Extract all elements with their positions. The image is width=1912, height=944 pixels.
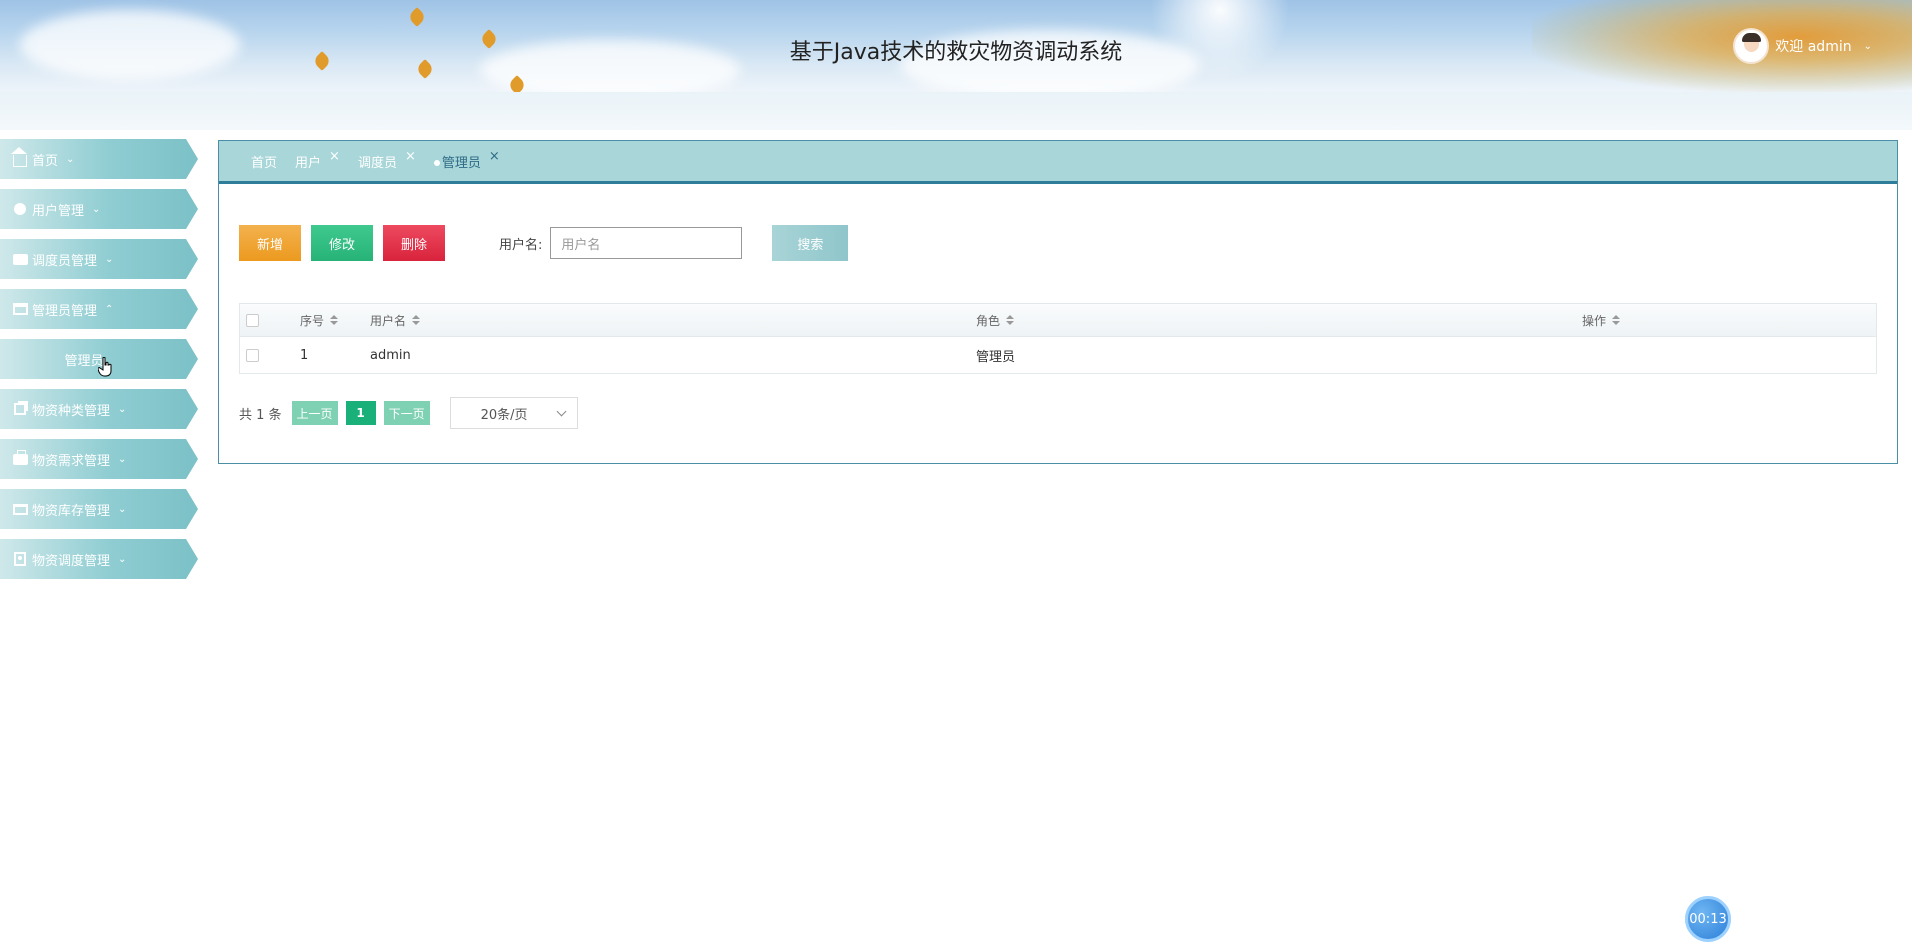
close-icon[interactable]: × [405,149,416,164]
active-dot-icon [433,160,440,166]
close-icon[interactable]: × [329,149,340,164]
next-page-button[interactable]: 下一页 [383,401,430,425]
timer-badge[interactable]: 00:13 [1685,896,1731,942]
sidebar-item-label: 管理员管理 [32,303,98,319]
copy-icon [12,402,28,416]
tab-bar: 首页 用户 × 调度员 × 管理员 × [219,141,1897,184]
sidebar-item-label: 物资种类管理 [32,403,111,419]
sub-header-bar [0,92,1912,130]
hand-cursor-icon [98,357,112,377]
home-icon [11,147,28,167]
column-label: 操作 [1582,313,1607,328]
tab-home[interactable]: 首页 [251,152,277,171]
tab-dispatcher[interactable]: 调度员 × [357,149,416,171]
column-label: 用户名 [370,313,407,328]
sidebar-item-label: 用户管理 [32,203,85,219]
column-header-username[interactable]: 用户名 [370,312,976,329]
sidebar-item-user-management[interactable]: 用户管理 ⌄ [0,189,198,229]
tab-label: 用户 [295,155,322,171]
cell-index: 1 [300,347,309,363]
column-label: 序号 [300,313,325,328]
sidebar-item-label: 首页 [32,153,59,169]
cell-username: admin [370,347,411,363]
header-banner: 基于Java技术的救灾物资调动系统 欢迎 admin ⌄ [0,0,1912,92]
bag-icon [12,449,28,466]
sidebar-item-admin-management[interactable]: 管理员管理 ⌃ [0,289,198,329]
sidebar-item-material-inventory[interactable]: 物资库存管理 ⌄ [0,489,198,529]
tab-admin[interactable]: 管理员 × [433,149,500,171]
welcome-text: 欢迎 admin [1775,39,1852,55]
page-size-value: 20条/页 [480,407,528,423]
delete-button[interactable]: 删除 [383,225,445,261]
chevron-up-icon: ⌃ [105,303,114,315]
select-all-checkbox[interactable] [246,313,259,327]
sidebar-item-material-category[interactable]: 物资种类管理 ⌄ [0,389,198,429]
chevron-down-icon: ⌄ [105,253,114,265]
tab-label: 调度员 [357,155,397,171]
user-icon [12,202,28,216]
total-count: 共 1 条 [239,407,282,423]
column-header-operation[interactable]: 操作 [1582,312,1872,329]
card-icon [12,302,28,316]
chevron-down-icon[interactable]: ⌄ [1864,41,1872,52]
table-header: 序号 用户名 角色 操作 [240,304,1876,337]
sidebar-item-label: 物资库存管理 [32,503,111,519]
tab-user[interactable]: 用户 × [295,149,340,171]
user-menu[interactable]: 欢迎 admin ⌄ [1733,28,1872,64]
search-button[interactable]: 搜索 [772,225,849,261]
data-table: 序号 用户名 角色 操作 1 admin 管理员 [239,303,1877,374]
leaf-decoration [407,7,427,27]
avatar[interactable] [1733,28,1770,64]
sort-icon[interactable] [1612,315,1621,325]
table-row[interactable]: 1 admin 管理员 [240,337,1876,373]
sidebar-item-dispatcher-management[interactable]: 调度员管理 ⌄ [0,239,198,279]
chevron-down-icon: ⌄ [118,403,127,415]
sidebar-item-label: 物资需求管理 [32,453,111,469]
column-header-index[interactable]: 序号 [300,312,370,329]
main-panel: 首页 用户 × 调度员 × 管理员 × 新增 修改 删除 用户名: 用户名 搜索… [218,140,1898,464]
add-button[interactable]: 新增 [239,225,301,261]
column-header-role[interactable]: 角色 [976,312,1582,329]
sidebar-item-material-dispatch[interactable]: 物资调度管理 ⌄ [0,539,198,579]
page-size-select[interactable]: 20条/页 [449,397,578,429]
row-checkbox[interactable] [246,348,259,362]
sidebar-item-label: 调度员管理 [32,253,98,269]
toolbar: 新增 修改 删除 用户名: 用户名 搜索 [239,225,849,261]
document-icon [12,552,28,566]
sort-icon[interactable] [412,315,421,325]
page-title: 基于Java技术的救灾物资调动系统 [789,40,1123,65]
username-search-input[interactable]: 用户名 [550,227,743,259]
folder-icon [12,502,28,516]
prev-page-button[interactable]: 上一页 [291,401,338,425]
page-number-button[interactable]: 1 [345,401,376,425]
chevron-down-icon: ⌄ [118,503,127,515]
username-label: 用户名: [499,237,543,253]
sort-icon[interactable] [330,315,339,325]
chevron-down-icon: ⌄ [118,453,127,465]
tab-label: 首页 [251,155,278,171]
briefcase-icon [12,252,28,266]
edit-button[interactable]: 修改 [311,225,373,261]
chevron-down-icon: ⌄ [92,203,101,215]
column-label: 角色 [976,313,1001,328]
chevron-down-icon: ⌄ [118,553,127,565]
close-icon[interactable]: × [489,149,500,164]
chevron-down-icon: ⌄ [66,153,75,165]
chevron-down-icon [556,406,567,416]
sidebar-item-material-demand[interactable]: 物资需求管理 ⌄ [0,439,198,479]
sidebar-item-label: 物资调度管理 [32,553,111,569]
pagination: 共 1 条 上一页 1 下一页 20条/页 [239,397,578,429]
sort-icon[interactable] [1006,315,1015,325]
cell-role: 管理员 [976,349,1016,365]
tab-label: 管理员 [441,155,481,171]
sidebar-item-home[interactable]: 首页 ⌄ [0,139,198,179]
